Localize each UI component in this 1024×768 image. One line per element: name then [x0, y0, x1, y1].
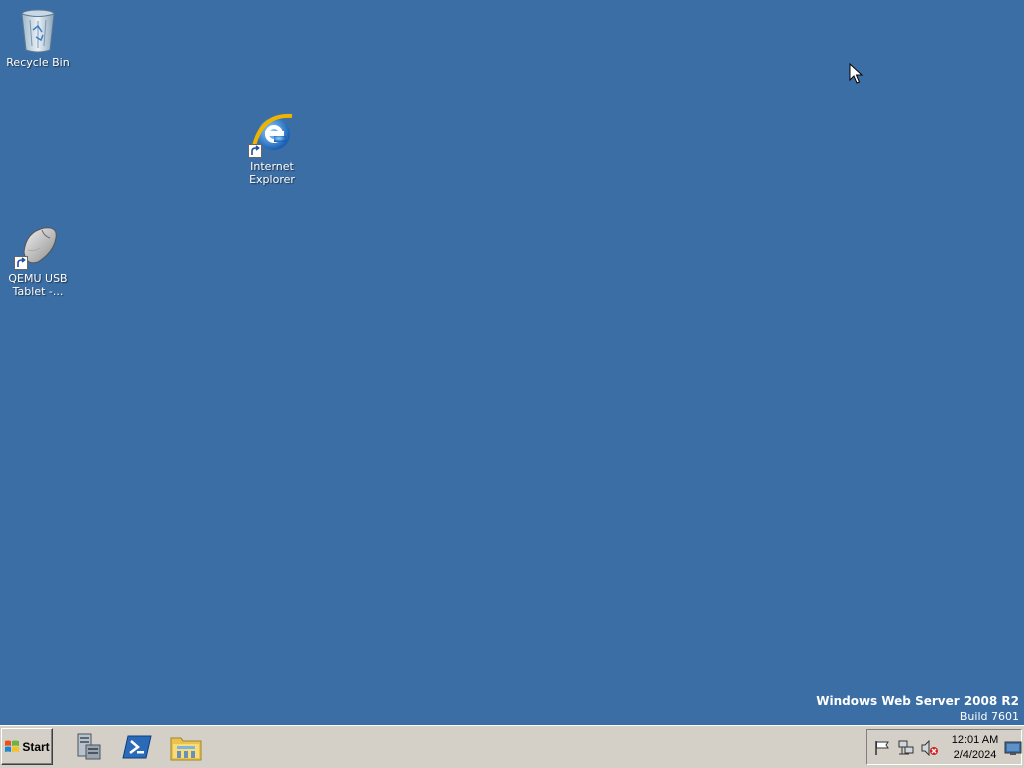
show-desktop-icon[interactable] — [1004, 740, 1022, 756]
recycle-bin-shortcut[interactable]: Recycle Bin — [0, 6, 76, 69]
powershell-icon — [122, 735, 152, 759]
internet-explorer-icon — [248, 110, 296, 158]
qemu-usb-tablet-label: QEMU USB Tablet -... — [8, 272, 68, 298]
powershell-taskbar-button[interactable] — [119, 729, 155, 765]
recycle-bin-icon — [14, 6, 62, 54]
qemu-usb-tablet-shortcut[interactable]: QEMU USB Tablet -... — [0, 222, 76, 298]
server-manager-taskbar-button[interactable] — [70, 729, 106, 765]
clock-time: 12:01 AM — [951, 734, 999, 746]
windows-logo-icon — [5, 740, 20, 752]
shortcut-arrow-icon — [14, 256, 28, 270]
mouse-pointer-icon — [849, 63, 863, 84]
notification-area: 12:01 AM 2/4/2024 — [866, 729, 1022, 765]
taskbar: Start 12:01 AM 2/4/2024 — [0, 725, 1024, 768]
windows-explorer-taskbar-button[interactable] — [168, 729, 204, 765]
internet-explorer-label: Internet Explorer — [249, 160, 295, 186]
start-label: Start — [22, 739, 50, 754]
os-edition-text: Windows Web Server 2008 R2 — [816, 694, 1019, 708]
volume-muted-icon[interactable] — [921, 740, 939, 756]
shortcut-arrow-icon — [248, 144, 262, 158]
os-version-watermark: Windows Web Server 2008 R2 Build 7601 — [816, 694, 1019, 724]
windows-explorer-icon — [170, 737, 202, 761]
server-manager-icon — [77, 733, 101, 760]
desktop[interactable]: Recycle Bin Internet Explorer QEMU USB T… — [0, 0, 1024, 725]
start-button[interactable]: Start — [1, 728, 53, 765]
internet-explorer-shortcut[interactable]: Internet Explorer — [234, 110, 310, 186]
action-center-flag-icon[interactable] — [873, 740, 891, 756]
usb-tablet-icon — [14, 222, 62, 270]
os-build-text: Build 7601 — [959, 710, 1019, 723]
system-clock[interactable]: 12:01 AM 2/4/2024 — [947, 733, 1003, 763]
recycle-bin-label: Recycle Bin — [6, 56, 70, 69]
clock-date: 2/4/2024 — [953, 749, 997, 761]
network-icon[interactable] — [897, 740, 915, 756]
